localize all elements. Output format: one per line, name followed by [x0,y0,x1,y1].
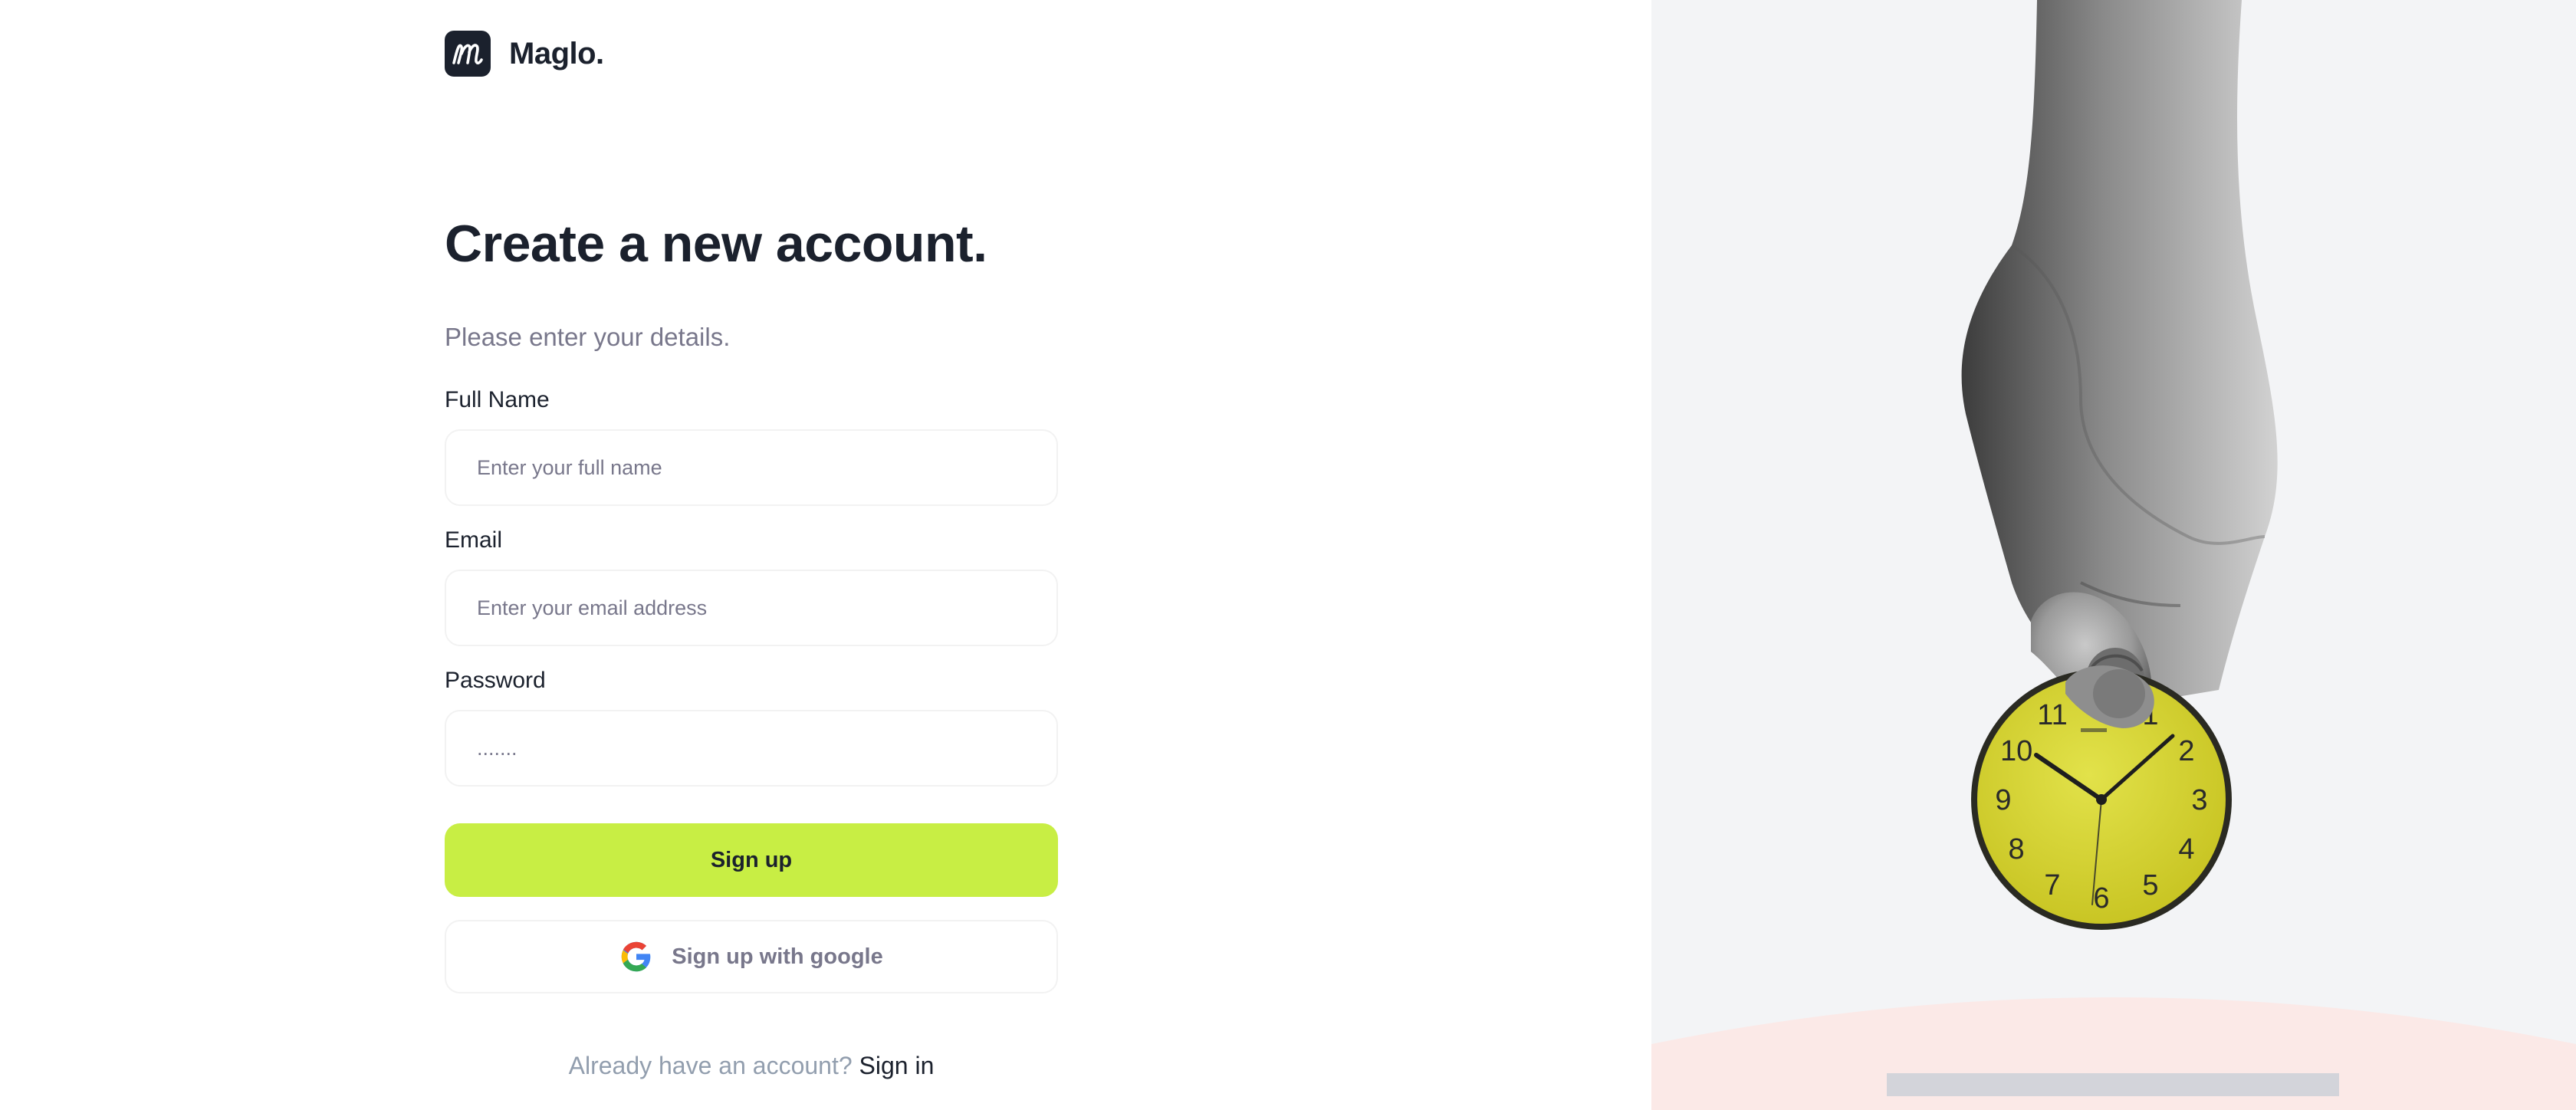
logo-mark-icon [445,31,491,77]
clock-numeral: 5 [2142,869,2158,901]
email-label: Email [445,527,503,553]
full-name-group: Full Name [445,385,1058,506]
password-input[interactable] [445,710,1058,787]
password-group: Password [445,665,1058,787]
clock-numeral: 9 [1995,784,2011,816]
signup-page: Maglo. Create a new account. Please ente… [0,0,2576,1110]
signin-prompt: Already have an account? Sign in [445,1052,1058,1080]
clock-numeral: 6 [2093,882,2109,915]
clock-numeral: 10 [2000,735,2032,767]
clock-numeral: 7 [2044,869,2060,901]
email-group: Email [445,525,1058,646]
full-name-label: Full Name [445,387,550,412]
password-label: Password [445,668,546,693]
signin-prompt-text: Already have an account? [568,1052,853,1079]
clock-image: 1234567891011 [1971,665,2232,930]
hero-panel: 1 2 3 4 5 6 7 8 9 10 11 [1651,0,2576,1110]
brand-logo[interactable]: Maglo. [445,31,604,77]
hand-image [1961,0,2278,724]
page-title: Create a new account. [445,215,987,273]
signup-form: Create a new account. Please enter your … [445,207,1058,1096]
email-input[interactable] [445,570,1058,646]
hero-illustration: 1234567891011 [1651,0,2576,1110]
google-signup-label: Sign up with google [672,944,883,969]
signup-panel: Maglo. Create a new account. Please ente… [0,0,1651,1110]
signup-button[interactable]: Sign up [445,823,1058,897]
clock-numeral: 8 [2009,833,2025,865]
google-signup-button[interactable]: Sign up with google [445,920,1058,993]
clock-numeral: 11 [2037,699,2067,731]
full-name-input[interactable] [445,429,1058,506]
clock-numeral: 2 [2178,735,2194,767]
clock-numeral: 4 [2178,833,2194,865]
google-icon [619,940,653,974]
signin-link[interactable]: Sign in [859,1052,935,1079]
hero-pedestal [1887,1073,2339,1096]
brand-name: Maglo. [509,36,604,71]
page-subtitle: Please enter your details. [445,323,731,351]
clock-numeral: 3 [2191,784,2207,816]
